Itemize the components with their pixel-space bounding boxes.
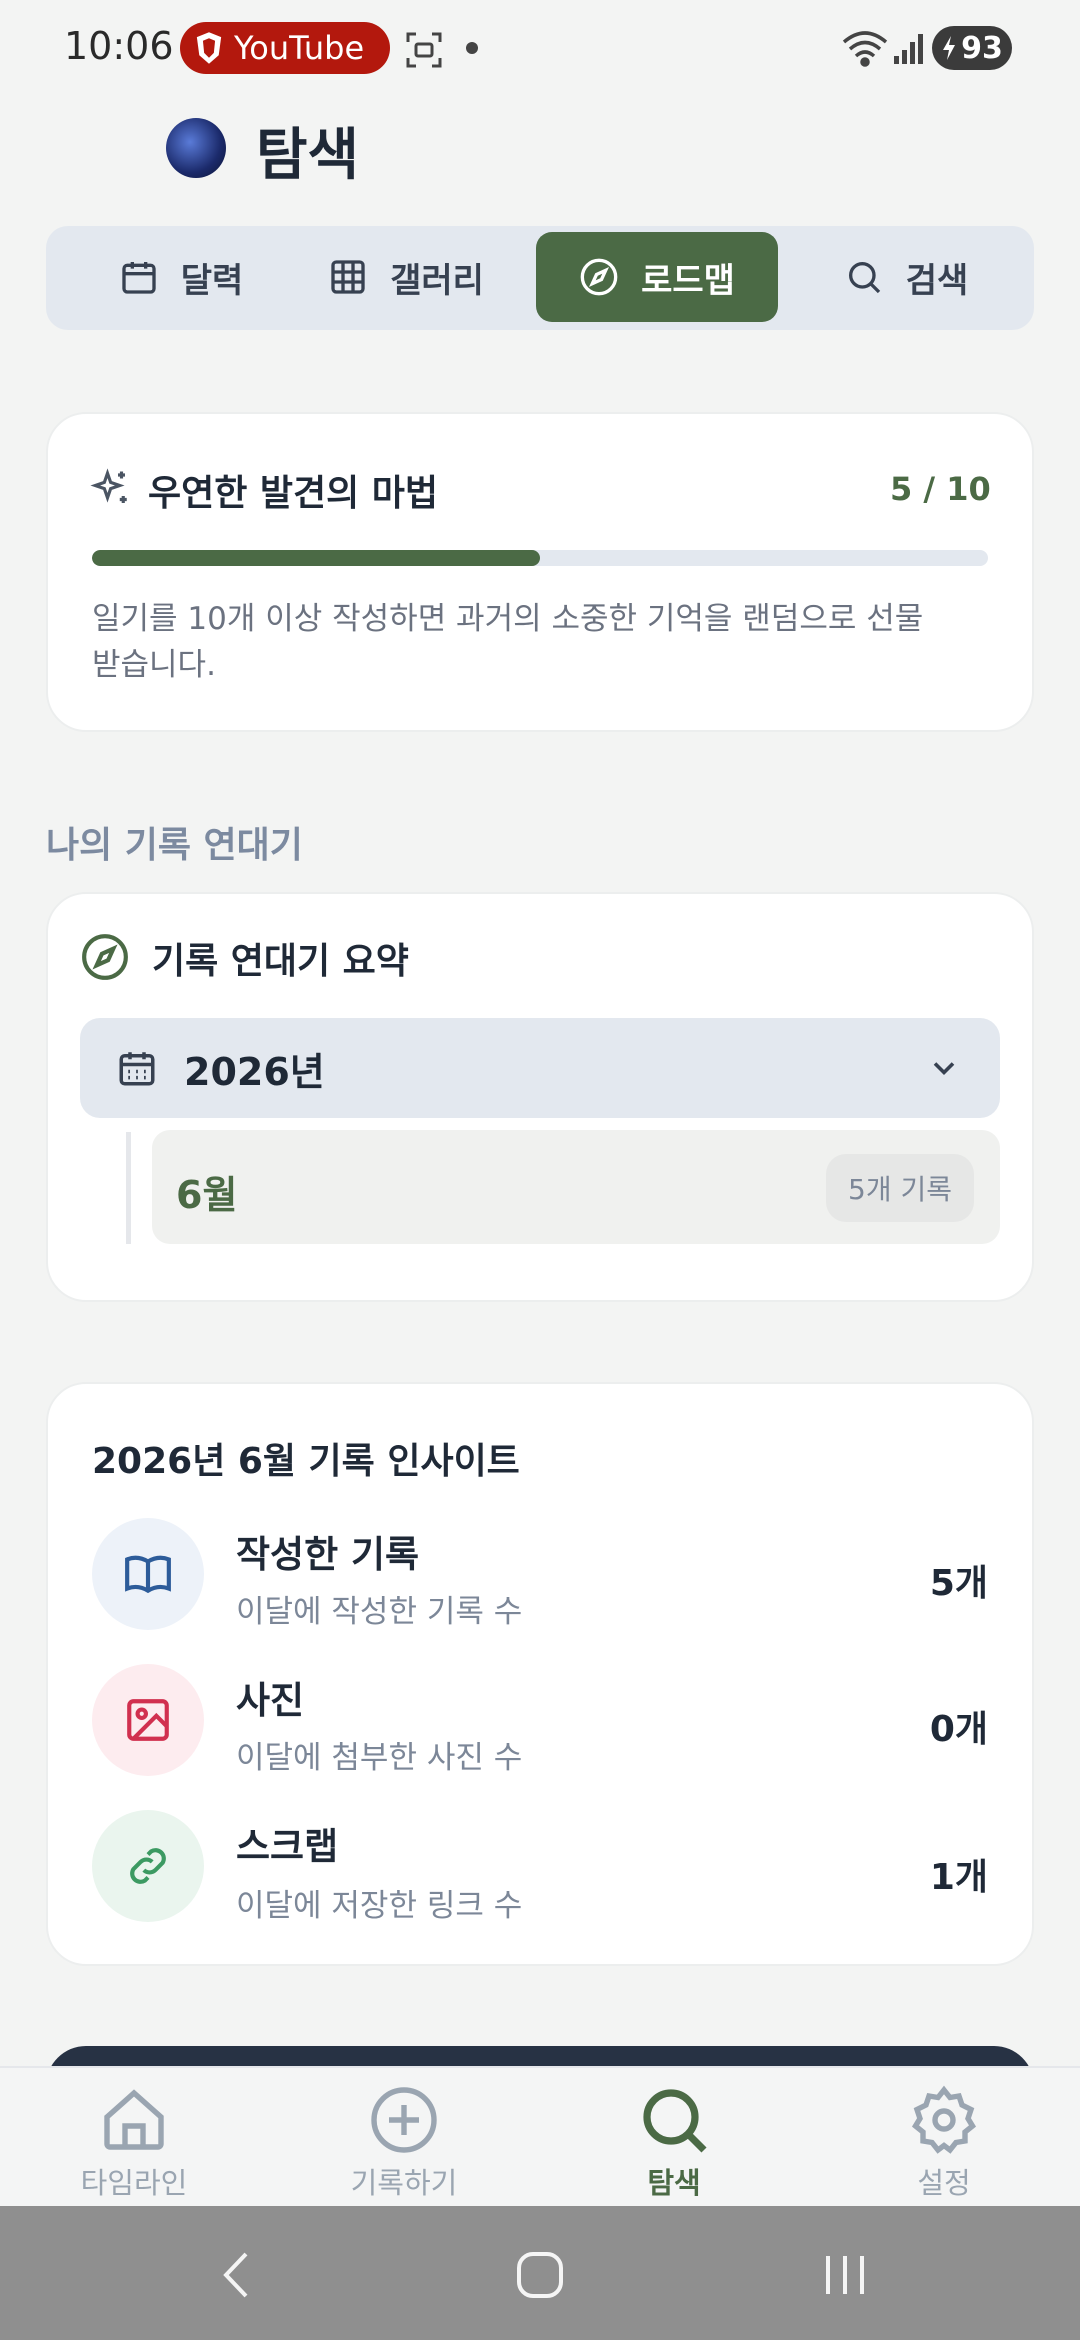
insight-item-value: 5개 — [929, 1563, 988, 1604]
nav-label: 기록하기 — [350, 2166, 458, 2200]
home-icon — [104, 2089, 164, 2150]
month-label: 6월 — [176, 1173, 238, 1217]
recents-icon[interactable] — [810, 2240, 880, 2310]
page-title: 탐색 — [256, 123, 360, 188]
tab-calendar[interactable]: 달력 — [86, 232, 276, 322]
tab-label: 달력 — [180, 260, 244, 301]
tab-label: 검색 — [905, 260, 969, 301]
tab-label: 로드맵 — [641, 260, 735, 301]
link-icon — [130, 1848, 166, 1884]
serendipity-progress-bar — [92, 550, 988, 566]
tab-gallery[interactable]: 갤러리 — [296, 232, 516, 322]
app-logo — [166, 118, 226, 178]
timeline-line — [126, 1132, 131, 1244]
nav-label: 설정 — [917, 2166, 971, 2200]
sparkles-icon — [90, 468, 127, 503]
brave-shield-icon — [196, 32, 222, 64]
month-count-badge: 5개 기록 — [826, 1154, 974, 1222]
nav-explore[interactable]: 탐색 — [574, 2084, 774, 2202]
serendipity-description: 일기를 10개 이상 작성하면 과거의 소중한 기억을 랜덤으로 선물 받습니다… — [92, 601, 924, 683]
back-icon[interactable] — [204, 2240, 274, 2310]
insight-icon-bg — [92, 1810, 204, 1922]
plus-circle-icon — [371, 2087, 437, 2153]
book-icon — [125, 1555, 171, 1594]
insight-item-title: 작성한 기록 — [236, 1533, 420, 1576]
notification-app-label: YouTube — [234, 29, 365, 67]
insight-item-subtitle: 이달에 작성한 기록 수 — [236, 1594, 523, 1630]
calendar-icon — [122, 262, 156, 294]
tab-roadmap[interactable]: 로드맵 — [536, 232, 778, 322]
insight-item-subtitle: 이달에 첨부한 사진 수 — [236, 1740, 523, 1776]
insight-icon-bg — [92, 1518, 204, 1630]
wifi-icon — [842, 31, 888, 67]
insight-item-value: 0개 — [929, 1709, 988, 1750]
insight-title: 2026년 6월 기록 인사이트 — [92, 1441, 520, 1482]
calendar-icon — [119, 1052, 155, 1086]
image-icon — [127, 1699, 169, 1741]
insight-icon-bg — [92, 1664, 204, 1776]
screen-capture-icon — [406, 32, 442, 68]
gear-icon — [911, 2085, 977, 2154]
nav-settings[interactable]: 설정 — [844, 2084, 1044, 2202]
compass-icon — [82, 934, 128, 980]
nav-write[interactable]: 기록하기 — [304, 2084, 504, 2202]
charging-icon — [943, 36, 956, 60]
battery-level: 93 — [961, 30, 1003, 66]
serendipity-count: 5 / 10 — [890, 470, 991, 508]
tab-label: 갤러리 — [390, 260, 484, 301]
section-label: 나의 기록 연대기 — [46, 825, 303, 866]
nav-label: 탐색 — [647, 2166, 701, 2200]
view-tabs: 달력 갤러리 로드맵 검색 — [46, 226, 1034, 330]
insight-item-subtitle: 이달에 저장한 링크 수 — [236, 1888, 523, 1924]
chronicle-title: 기록 연대기 요약 — [152, 941, 409, 982]
signal-icon — [894, 34, 923, 64]
notification-dot — [466, 42, 478, 54]
nav-timeline[interactable]: 타임라인 — [34, 2084, 234, 2202]
notification-pill[interactable]: YouTube — [180, 22, 390, 74]
status-bar: 10:06 YouTube 93 — [0, 0, 1080, 96]
insight-item-title: 스크랩 — [236, 1825, 339, 1868]
year-label: 2026년 — [184, 1049, 325, 1094]
compass-icon — [580, 258, 618, 296]
search-icon — [643, 2089, 707, 2153]
grid-icon — [331, 260, 365, 294]
tab-search[interactable]: 검색 — [806, 232, 1006, 322]
insight-item-title: 사진 — [236, 1679, 305, 1722]
status-time: 10:06 — [64, 24, 174, 68]
home-button-icon[interactable] — [505, 2240, 575, 2310]
search-icon — [848, 262, 880, 294]
serendipity-title: 우연한 발견의 마법 — [148, 473, 439, 514]
battery-indicator: 93 — [932, 26, 1012, 70]
year-accordion[interactable]: 2026년 — [80, 1018, 1000, 1118]
chevron-down-icon — [933, 1062, 955, 1076]
insight-item-value: 1개 — [929, 1857, 988, 1898]
nav-label: 타임라인 — [80, 2166, 188, 2200]
progress-fill — [92, 550, 540, 566]
